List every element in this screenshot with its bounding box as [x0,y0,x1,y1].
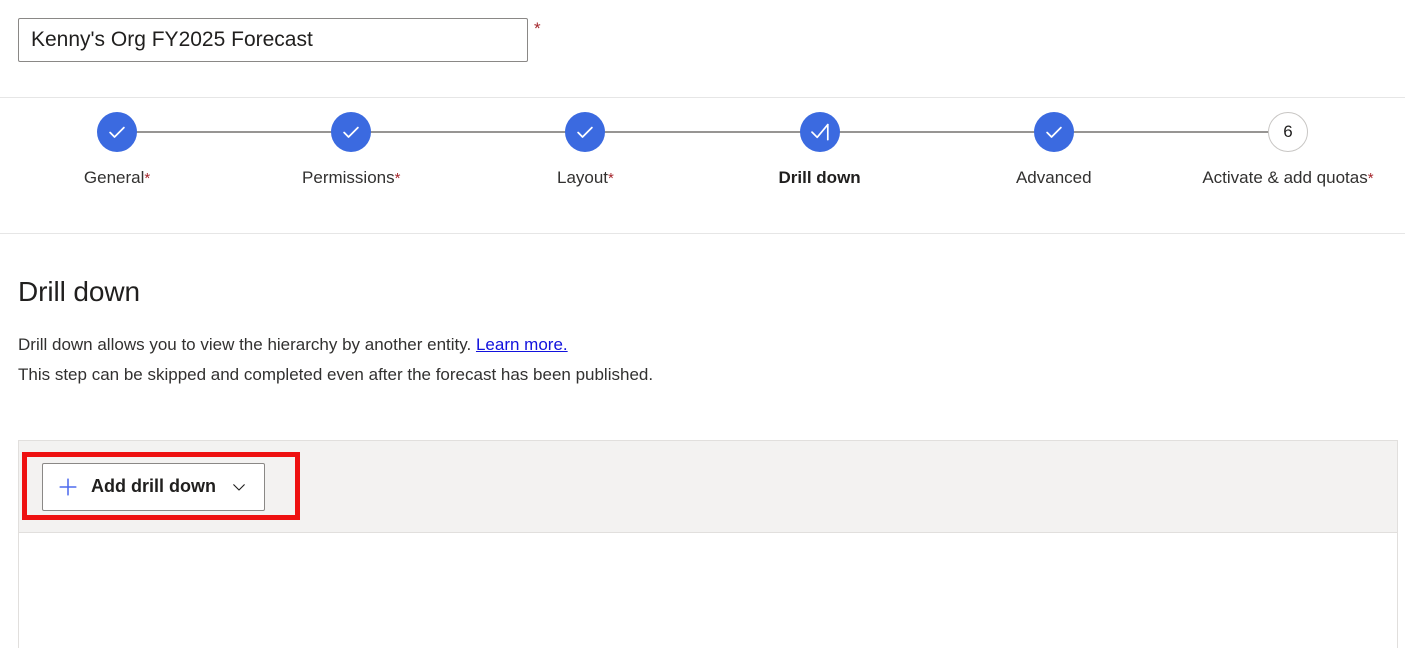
step-status-completed-icon [565,112,606,152]
add-drill-down-button[interactable]: Add drill down [42,462,265,511]
check-icon [1043,121,1065,143]
step-status-completed-icon [1033,112,1074,152]
wizard-stepper: General* Permissions* Layout* Drill down… [0,98,1405,188]
check-progress-icon [808,120,832,144]
drill-down-toolbar: Add drill down [19,440,1397,533]
page-title: Drill down [18,276,140,307]
step-status-completed-icon [331,112,372,152]
drill-down-list-area [19,533,1397,648]
step-label-text: General [83,168,145,187]
step-required-asterisk: * [1367,170,1374,187]
step-label-text: Drill down [778,168,861,187]
step-status-pending-number: 6 [1267,112,1308,152]
wizard-step-drill-down[interactable]: Drill down [703,98,1054,188]
check-icon [106,121,128,143]
step-label-text: Activate & add quotas [1202,168,1368,187]
step-required-asterisk: * [608,170,614,187]
step-required-asterisk: * [144,170,151,187]
step-label-text: Permissions [302,168,395,187]
wizard-step-label: Advanced [1016,168,1092,188]
plus-icon [57,476,79,498]
add-drill-down-label: Add drill down [91,476,216,496]
wizard-step-label: Layout* [557,168,614,188]
step-number: 6 [1283,122,1293,141]
wizard-step-label: Permissions* [302,168,400,188]
forecast-name-input[interactable] [18,18,528,62]
step-status-current-icon [799,112,840,152]
wizard-step-activate-add-quotas[interactable]: 6 Activate & add quotas* [1171,98,1405,188]
main-content: Drill down Drill down allows you to view… [0,234,1405,390]
learn-more-link[interactable]: Learn more. [476,335,568,354]
wizard-step-label: General* [84,168,150,188]
wizard-step-label: Drill down [779,168,861,188]
wizard-stepper-bar: General* Permissions* Layout* Drill down… [0,98,1405,234]
step-label-text: Advanced [1015,168,1092,187]
forecast-name-field-group: * [18,18,541,62]
wizard-step-label: Activate & add quotas* [1202,168,1373,188]
wizard-step-permissions[interactable]: Permissions* [234,98,586,188]
step-status-completed-icon [97,112,138,152]
step-required-asterisk: * [394,170,401,187]
wizard-step-general[interactable]: General* [0,98,352,188]
forecast-title-bar: * [0,0,1405,98]
page-description: Drill down allows you to view the hierar… [18,330,1405,390]
step-label-text: Layout [556,168,609,187]
forecast-name-required-asterisk: * [534,19,541,38]
description-sentence-1: Drill down allows you to view the hierar… [18,335,476,354]
description-sentence-2: This step can be skipped and completed e… [18,365,654,384]
wizard-step-advanced[interactable]: Advanced [937,98,1288,188]
check-icon [340,121,362,143]
drill-down-panel: Add drill down [18,440,1398,648]
chevron-down-icon[interactable] [230,478,248,496]
check-icon [574,121,596,143]
wizard-step-layout[interactable]: Layout* [468,98,820,188]
